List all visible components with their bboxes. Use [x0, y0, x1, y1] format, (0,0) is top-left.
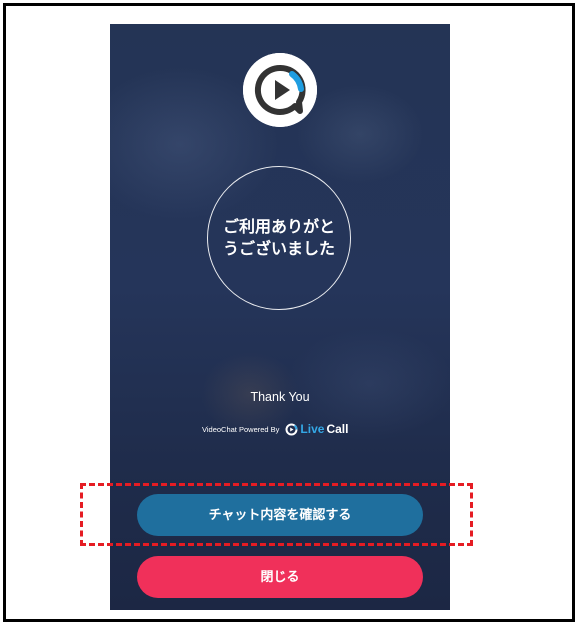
livecall-logo: Live Call — [285, 422, 348, 436]
message-line-1: ご利用ありがと — [222, 217, 335, 236]
message-line-2: うございました — [222, 239, 335, 258]
thank-you-message: ご利用ありがと うございました — [214, 216, 344, 260]
check-chat-button[interactable]: チャット内容を確認する — [137, 494, 423, 536]
powered-by-label: VideoChat Powered By — [202, 424, 280, 434]
thank-you-circle: ご利用ありがと うございました — [207, 166, 351, 310]
brand-call: Call — [326, 422, 349, 436]
powered-by: VideoChat Powered By Live Call — [202, 422, 348, 436]
app-screen: ご利用ありがと うございました Thank You VideoChat Powe… — [110, 24, 450, 610]
livecall-icon — [285, 423, 298, 435]
app-logo — [243, 53, 317, 127]
close-button[interactable]: 閉じる — [137, 556, 423, 598]
brand-live: Live — [300, 422, 325, 436]
thank-you-label: Thank You — [250, 390, 310, 404]
chat-play-icon — [243, 53, 317, 127]
